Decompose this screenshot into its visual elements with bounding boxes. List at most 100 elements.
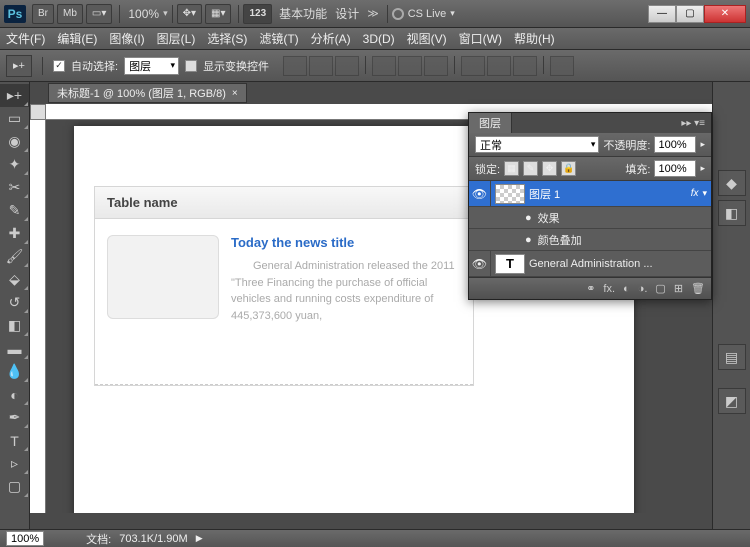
layer-name[interactable]: 图层 1 <box>529 186 560 202</box>
crop-tool[interactable]: ✂ <box>0 176 29 199</box>
minibridge-button[interactable]: Mb <box>57 4 83 24</box>
move-tool[interactable]: ▸+ <box>0 84 29 107</box>
opacity-field[interactable]: 100% <box>654 136 696 153</box>
menu-layer[interactable]: 图层(L) <box>157 30 196 47</box>
align-4[interactable] <box>372 56 396 76</box>
brush-tool[interactable]: 🖌 <box>0 245 29 268</box>
vertical-ruler[interactable] <box>30 120 46 513</box>
menu-select[interactable]: 选择(S) <box>207 30 247 47</box>
align-6[interactable] <box>424 56 448 76</box>
new-layer-icon[interactable]: ⊞ <box>674 282 683 295</box>
dodge-tool[interactable]: ◐ <box>0 383 29 406</box>
lock-transparency-icon[interactable]: ▦ <box>504 161 519 176</box>
dock-history-icon[interactable]: ▤ <box>718 344 746 370</box>
dock-adjustments-icon[interactable]: ◩ <box>718 388 746 414</box>
workspace-design[interactable]: 设计 <box>335 5 359 22</box>
dist-3[interactable] <box>513 56 537 76</box>
menu-analysis[interactable]: 分析(A) <box>311 30 351 47</box>
screen-mode-button[interactable]: ▭▾ <box>86 4 112 24</box>
fill-field[interactable]: 100% <box>654 160 696 177</box>
marquee-tool[interactable]: ▭ <box>0 107 29 130</box>
cslive-button[interactable]: CS Live▾ <box>392 8 455 20</box>
lasso-tool[interactable]: ◉ <box>0 130 29 153</box>
layer-thumbnail[interactable] <box>495 184 525 204</box>
align-3[interactable] <box>335 56 359 76</box>
eyedropper-tool[interactable]: ✎ <box>0 199 29 222</box>
color-overlay-row[interactable]: ●颜色叠加 <box>469 229 711 251</box>
opacity-arrow-icon[interactable]: ▸ <box>700 139 705 150</box>
path-tool[interactable]: ▹ <box>0 452 29 475</box>
layer-row[interactable]: 👁 T General Administration ... <box>469 251 711 277</box>
status-arrow-icon[interactable]: ▶ <box>196 533 203 544</box>
bridge-button[interactable]: Br <box>32 4 54 24</box>
dock-styles-icon[interactable]: ◧ <box>718 200 746 226</box>
lock-all-icon[interactable]: 🔒 <box>561 161 576 176</box>
status-zoom[interactable]: 100% <box>6 531 44 546</box>
zoom-dropdown-icon[interactable]: ▾ <box>163 8 168 19</box>
workspace-essentials[interactable]: 基本功能 <box>279 5 327 22</box>
layers-panel-tab[interactable]: 图层 <box>469 113 512 133</box>
auto-select-checkbox[interactable]: ✓ <box>53 60 65 72</box>
document-tab[interactable]: 未标题-1 @ 100% (图层 1, RGB/8) × <box>48 83 247 103</box>
align-1[interactable] <box>283 56 307 76</box>
layer-fx-icon[interactable]: fx. <box>603 283 615 295</box>
current-tool-icon[interactable]: ▸+ <box>6 55 32 77</box>
effects-row[interactable]: ●效果 <box>469 207 711 229</box>
healing-tool[interactable]: ✚ <box>0 222 29 245</box>
link-layers-icon[interactable]: ⚭ <box>586 282 595 295</box>
fx-badge[interactable]: fx <box>691 188 699 199</box>
zoom-value[interactable]: 100% <box>128 7 159 21</box>
pen-tool[interactable]: ✒ <box>0 406 29 429</box>
layer-row[interactable]: 👁 图层 1 fx ▾ <box>469 181 711 207</box>
fx-collapse-icon[interactable]: ▾ <box>702 188 707 199</box>
lock-pixels-icon[interactable]: ✎ <box>523 161 538 176</box>
layer-list: 👁 图层 1 fx ▾ ●效果 ●颜色叠加 👁 T General Admini… <box>469 181 711 277</box>
more-workspaces-icon[interactable]: ≫ <box>367 7 379 20</box>
history-brush-tool[interactable]: ↺ <box>0 291 29 314</box>
align-2[interactable] <box>309 56 333 76</box>
layer-group-icon[interactable]: ▢ <box>655 282 665 295</box>
text-layer-thumbnail[interactable]: T <box>495 254 525 274</box>
adjustment-layer-icon[interactable]: ◑. <box>638 283 648 295</box>
type-tool[interactable]: T <box>0 429 29 452</box>
align-5[interactable] <box>398 56 422 76</box>
dock-swatches-icon[interactable]: ◆ <box>718 170 746 196</box>
layer-name[interactable]: General Administration ... <box>529 258 653 270</box>
visibility-toggle-icon[interactable]: 👁 <box>469 181 491 206</box>
status-doc-info[interactable]: 703.1K/1.90M <box>119 533 188 545</box>
menu-3d[interactable]: 3D(D) <box>363 32 395 46</box>
menu-view[interactable]: 视图(V) <box>407 30 447 47</box>
blur-tool[interactable]: 💧 <box>0 360 29 383</box>
menu-image[interactable]: 图像(I) <box>109 30 144 47</box>
delete-layer-icon[interactable]: 🗑 <box>691 282 705 295</box>
menu-filter[interactable]: 滤镜(T) <box>259 30 298 47</box>
window-maximize-button[interactable]: ▢ <box>676 5 704 23</box>
layers-panel-menu-icon[interactable]: ▸▸ ▾≡ <box>675 118 711 129</box>
visibility-toggle-icon[interactable]: 👁 <box>469 251 491 276</box>
lock-position-icon[interactable]: ✥ <box>542 161 557 176</box>
menu-edit[interactable]: 编辑(E) <box>57 30 97 47</box>
menu-window[interactable]: 窗口(W) <box>459 30 502 47</box>
eraser-tool[interactable]: ◧ <box>0 314 29 337</box>
menu-help[interactable]: 帮助(H) <box>514 30 555 47</box>
fill-arrow-icon[interactable]: ▸ <box>700 163 705 174</box>
close-tab-icon[interactable]: × <box>232 88 238 99</box>
show-transform-checkbox[interactable] <box>185 60 197 72</box>
dist-2[interactable] <box>487 56 511 76</box>
dist-1[interactable] <box>461 56 485 76</box>
shape-tool[interactable]: ▢ <box>0 475 29 498</box>
arrange-button[interactable]: ▦▾ <box>205 4 231 24</box>
window-minimize-button[interactable]: — <box>648 5 676 23</box>
auto-select-target[interactable]: 图层 <box>124 57 179 75</box>
blend-mode-select[interactable]: 正常 <box>475 136 599 153</box>
dist-4[interactable] <box>550 56 574 76</box>
ruler-origin[interactable] <box>30 104 46 120</box>
window-close-button[interactable]: ✕ <box>704 5 746 23</box>
wand-tool[interactable]: ✦ <box>0 153 29 176</box>
stamp-tool[interactable]: ⬙ <box>0 268 29 291</box>
hand-tool-button[interactable]: ✥▾ <box>177 4 202 24</box>
gradient-tool[interactable]: ▬ <box>0 337 29 360</box>
num-indicator[interactable]: 123 <box>243 4 272 24</box>
layer-mask-icon[interactable]: ◐ <box>623 283 630 295</box>
menu-file[interactable]: 文件(F) <box>6 30 45 47</box>
